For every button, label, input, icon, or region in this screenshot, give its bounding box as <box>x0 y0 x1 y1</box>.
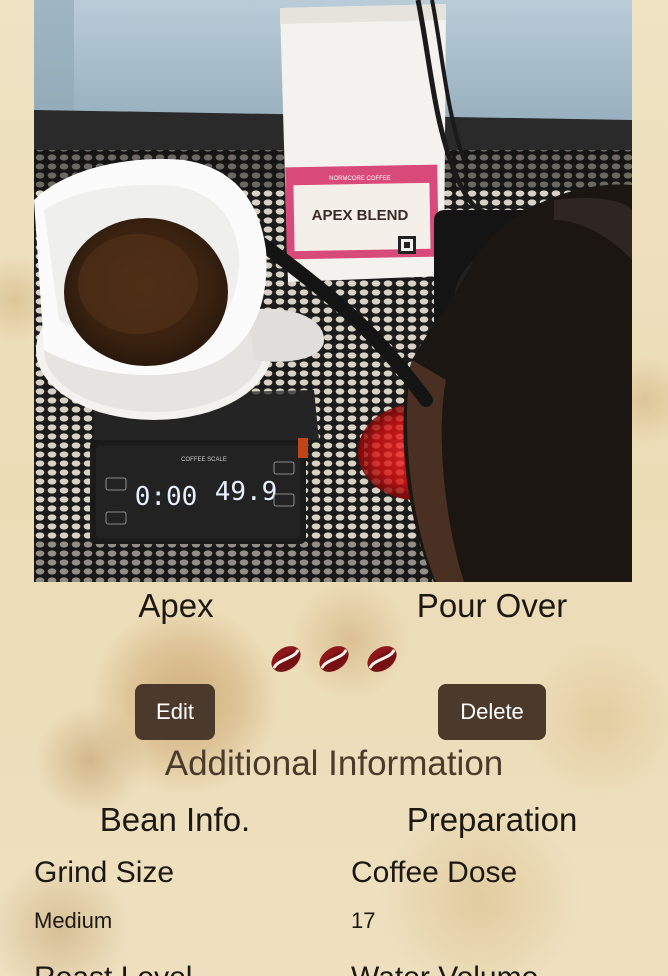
scale-weight: 49.9 <box>215 477 278 507</box>
coffee-dose-value: 17 <box>351 908 376 933</box>
coffee-bean-icon <box>319 646 349 672</box>
preparation-heading: Preparation <box>406 801 578 838</box>
brew-method: Pour Over <box>416 587 568 624</box>
delete-button[interactable]: Delete <box>438 684 546 740</box>
additional-info-heading: Additional Information <box>164 744 504 783</box>
scale-label: COFFEE SCALE <box>181 457 227 463</box>
coffee-bean-icon <box>367 646 397 672</box>
coffee-name: Apex <box>138 587 214 624</box>
bag-name: APEX BLEND <box>312 207 409 224</box>
scale-timer: 0:00 <box>135 482 198 512</box>
roast-level-label: Roast Level <box>34 958 192 976</box>
coffee-photo: NORMCORE COFFEE APEX BLEND COFFEE SCALE … <box>34 0 632 582</box>
edit-button[interactable]: Edit <box>135 684 215 740</box>
coffee-bean-icon <box>271 646 301 672</box>
entry-title-row: Apex Pour Over <box>0 584 668 628</box>
bag-brand: NORMCORE COFFEE <box>329 176 391 182</box>
coffee-dose-label: Coffee Dose <box>351 856 518 889</box>
bean-info-heading: Bean Info. <box>99 801 251 838</box>
water-volume-label: Water Volume <box>351 958 538 976</box>
grind-size-value: Medium <box>34 908 113 933</box>
rating <box>0 642 668 678</box>
grind-size-label: Grind Size <box>34 856 175 889</box>
